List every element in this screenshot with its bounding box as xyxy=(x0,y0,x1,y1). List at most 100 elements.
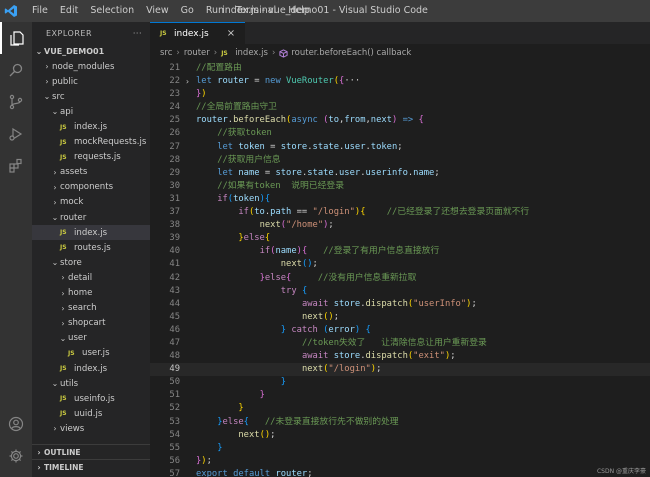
search-icon[interactable] xyxy=(0,54,32,86)
settings-gear-icon[interactable] xyxy=(0,440,32,472)
code-editor[interactable]: 21 //配置路由 22 › let router = new VueRouter({·… xyxy=(150,62,650,477)
tree-folder[interactable]: › detail xyxy=(32,270,150,285)
code-line[interactable]: 46 } catch (error) { xyxy=(150,324,650,337)
tree-file[interactable]: JS index.js xyxy=(32,119,150,134)
chevron-right-icon: › xyxy=(61,273,65,283)
code-line[interactable]: 45 next(); xyxy=(150,311,650,324)
source-control-icon[interactable] xyxy=(0,86,32,118)
run-debug-icon[interactable] xyxy=(0,118,32,150)
code-line[interactable]: 44 await store.dispatch("userInfo"); xyxy=(150,298,650,311)
code-line[interactable]: 31 if(token){ xyxy=(150,193,650,206)
code-token: ) xyxy=(201,89,207,100)
menu-item-edit[interactable]: Edit xyxy=(54,0,84,22)
menu-bar: File Edit Selection View Go Run Terminal Help xyxy=(26,0,316,22)
close-icon[interactable]: × xyxy=(227,28,235,39)
tab-index-js[interactable]: JS index.js × xyxy=(150,22,246,44)
code-line[interactable]: 53 }else{ //未登录直接放行先不做别的处理 xyxy=(150,416,650,429)
tree-folder[interactable]: ⌄ api xyxy=(32,104,150,119)
explorer-icon[interactable] xyxy=(0,22,32,54)
code-line[interactable]: 49 next("/login"); xyxy=(150,363,650,377)
code-line[interactable]: 28 //获取用户信息 xyxy=(150,154,650,167)
code-line[interactable]: 42 }else{ //没有用户信息重新拉取 xyxy=(150,272,650,285)
code-line[interactable]: 27 let token = store.state.user.token; xyxy=(150,141,650,154)
js-file-icon: JS xyxy=(60,153,67,161)
tree-file[interactable]: JS useinfo.js xyxy=(32,391,150,406)
menu-item-selection[interactable]: Selection xyxy=(84,0,140,22)
code-line[interactable]: 40 if(name){ //登录了有用户信息直接放行 xyxy=(150,245,650,258)
code-line[interactable]: 48 await store.dispatch("exit"); xyxy=(150,350,650,363)
menu-item-view[interactable]: View xyxy=(140,0,175,22)
tree-folder[interactable]: › search xyxy=(32,301,150,316)
tree-folder[interactable]: › mock xyxy=(32,195,150,210)
tree-file[interactable]: JS routes.js xyxy=(32,240,150,255)
tree-file[interactable]: JS index.js xyxy=(32,225,150,241)
code-line[interactable]: 37 if(to.path == "/login"){ //已经登录了还想去登录… xyxy=(150,206,650,219)
timeline-section[interactable]: › TIMELINE xyxy=(32,459,150,474)
tree-folder[interactable]: ⌄ router xyxy=(32,210,150,225)
code-line[interactable]: 55 } xyxy=(150,442,650,455)
tree-folder[interactable]: › shopcart xyxy=(32,316,150,331)
tree-folder[interactable]: › public xyxy=(32,74,150,89)
breadcrumb-item-src[interactable]: src xyxy=(160,48,172,58)
code-line[interactable]: 30 //如果有token 说明已经登录 xyxy=(150,180,650,193)
more-actions-button[interactable]: ··· xyxy=(133,29,142,38)
line-number: 38 xyxy=(169,220,180,231)
code-line[interactable]: 51 } xyxy=(150,389,650,402)
code-line[interactable]: 50 } xyxy=(150,376,650,389)
code-line[interactable]: 29 let name = store.state.user.userinfo.… xyxy=(150,167,650,180)
tree-folder[interactable]: › node_modules xyxy=(32,59,150,74)
code-line[interactable]: 24 //全局前置路由守卫 xyxy=(150,101,650,114)
code-token: } xyxy=(217,442,223,453)
menu-item-terminal[interactable]: Terminal xyxy=(230,0,282,22)
code-token: "/login" xyxy=(312,207,355,218)
code-line[interactable]: 43 try { xyxy=(150,285,650,298)
code-line[interactable]: 22 › let router = new VueRouter({··· xyxy=(150,75,650,88)
code-text: }) xyxy=(196,88,207,101)
breadcrumb-item-file[interactable]: index.js xyxy=(235,48,268,58)
menu-item-help[interactable]: Help xyxy=(282,0,316,22)
tree-file[interactable]: JS uuid.js xyxy=(32,406,150,421)
tree-folder[interactable]: ⌄ user xyxy=(32,331,150,346)
code-token: router xyxy=(196,115,228,126)
tree-file[interactable]: JS user.js xyxy=(32,346,150,361)
code-line[interactable]: 26 //获取token xyxy=(150,127,650,140)
tree-folder[interactable]: ⌄ utils xyxy=(32,376,150,391)
breadcrumb-item-router[interactable]: router xyxy=(184,48,210,58)
code-line[interactable]: 47 //token失效了 让清除信息让用户重新登录 xyxy=(150,337,650,350)
chevron-right-icon: › xyxy=(61,303,65,313)
code-token: store xyxy=(333,351,361,362)
account-icon[interactable] xyxy=(0,408,32,440)
activity-bar xyxy=(0,22,32,477)
tree-folder[interactable]: › components xyxy=(32,180,150,195)
explorer-title: EXPLORER xyxy=(46,28,92,38)
code-line[interactable]: 39 }else{ xyxy=(150,232,650,245)
code-line[interactable]: 21 //配置路由 xyxy=(150,62,650,75)
tree-folder[interactable]: ⌄ src xyxy=(32,89,150,104)
fold-chevron-icon[interactable]: › xyxy=(185,75,190,88)
tree-file[interactable]: JS mockRequests.js xyxy=(32,135,150,150)
code-line[interactable]: 25 router.beforeEach(async (to,from,next)… xyxy=(150,114,650,127)
workspace-root[interactable]: ⌄ VUE_DEMO01 xyxy=(32,44,150,59)
extensions-icon[interactable] xyxy=(0,150,32,182)
code-line[interactable]: 41 next(); xyxy=(150,258,650,271)
code-line[interactable]: 23}) xyxy=(150,88,650,101)
code-line[interactable]: 57 export default router; xyxy=(150,468,650,477)
menu-item-run[interactable]: Run xyxy=(200,0,230,22)
tree-file[interactable]: JS requests.js xyxy=(32,150,150,165)
code-line[interactable]: 54 next(); xyxy=(150,429,650,442)
tree-file[interactable]: JS index.js xyxy=(32,361,150,376)
tree-folder[interactable]: › home xyxy=(32,286,150,301)
code-line[interactable]: 56}); xyxy=(150,455,650,468)
menu-item-file[interactable]: File xyxy=(26,0,54,22)
menu-item-go[interactable]: Go xyxy=(175,0,200,22)
code-token: { xyxy=(365,324,371,335)
tree-folder[interactable]: › assets xyxy=(32,165,150,180)
code-text: //token失效了 让清除信息让用户重新登录 xyxy=(196,337,487,350)
outline-section[interactable]: › OUTLINE xyxy=(32,444,150,459)
code-line[interactable]: 38 next("/home"); xyxy=(150,219,650,232)
tree-folder[interactable]: › views xyxy=(32,421,150,436)
breadcrumb-item-symbol[interactable]: router.beforeEach() callback xyxy=(291,48,411,58)
code-line[interactable]: 52 } xyxy=(150,402,650,415)
tree-folder[interactable]: ⌄ store xyxy=(32,255,150,270)
